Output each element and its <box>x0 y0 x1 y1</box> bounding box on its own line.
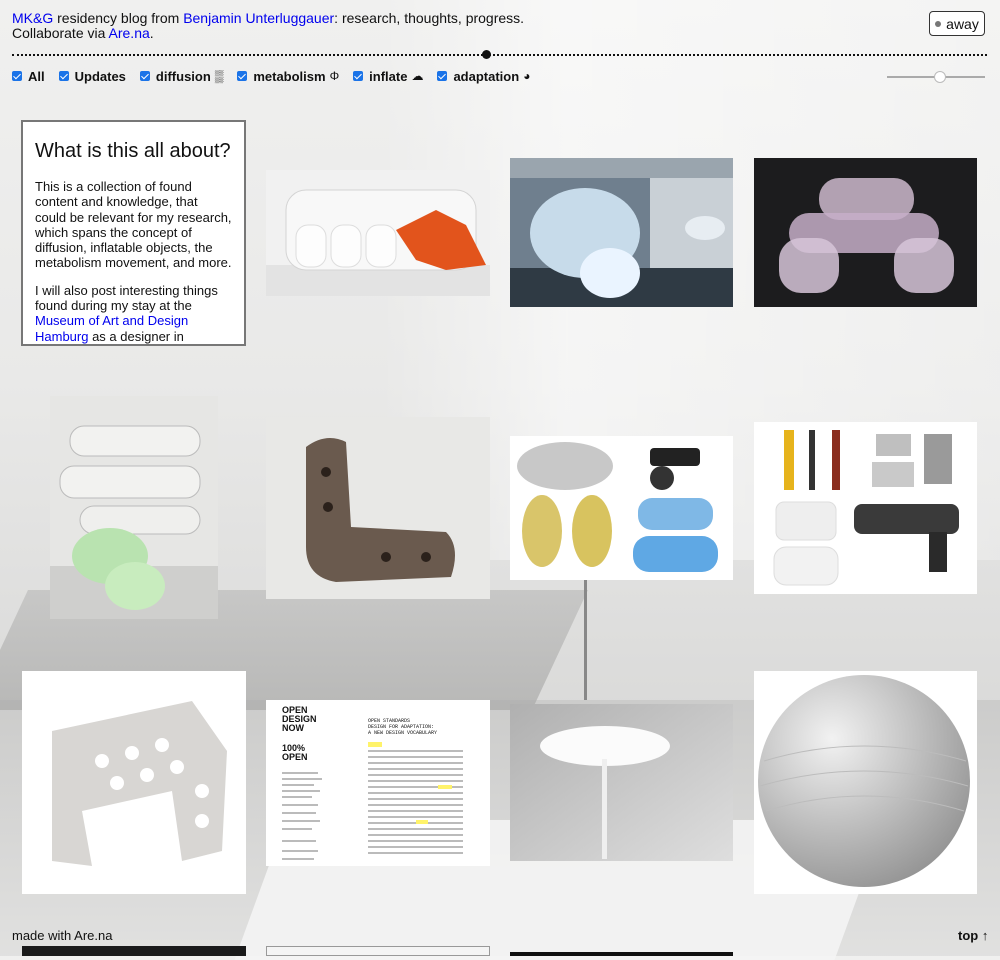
adaptation-icon: ◕ <box>523 69 531 83</box>
diffusion-icon: ▒ <box>214 69 224 83</box>
checkbox-icon[interactable] <box>237 71 248 81</box>
checkbox-icon[interactable] <box>58 71 69 81</box>
heat-tools-image <box>510 436 733 580</box>
about-card[interactable]: What is this all about? This is a collec… <box>21 120 246 346</box>
exercise-ball-image <box>754 671 977 894</box>
zoom-slider[interactable] <box>887 70 985 84</box>
brown-chair-image <box>266 417 490 599</box>
filter-inflate[interactable]: inflate ☁ <box>353 69 423 84</box>
image-tile-exercise-ball[interactable] <box>754 671 977 894</box>
image-tile-partial[interactable] <box>266 946 490 956</box>
tools-kit-image <box>754 422 977 594</box>
header-text: : research, thoughts, progress. <box>334 10 525 26</box>
about-paragraph: I will also post interesting things foun… <box>35 282 232 344</box>
header-text: Collaborate via <box>12 25 109 41</box>
away-button[interactable]: away <box>929 11 985 36</box>
metabolism-icon: Φ <box>329 69 340 83</box>
filter-label: inflate <box>369 68 408 84</box>
perforated-chair-image <box>22 671 246 894</box>
image-tile-white-lamp[interactable] <box>510 704 733 861</box>
made-with-label: made with Are.na <box>12 928 113 943</box>
filter-label: adaptation <box>453 68 520 84</box>
gallery-balloons-image <box>510 158 733 307</box>
filter-label: metabolism <box>253 68 326 84</box>
image-tile-inflatable-chair[interactable] <box>754 158 977 307</box>
top-link[interactable]: top ↑ <box>958 928 988 943</box>
filter-diffusion[interactable]: diffusion ▒ <box>139 68 224 84</box>
site-header: MK&G residency blog from Benjamin Unterl… <box>12 11 524 41</box>
arena-link[interactable]: Are.na <box>109 25 150 41</box>
image-tile-heat-tools[interactable] <box>510 436 733 580</box>
filter-all[interactable]: All <box>12 69 45 84</box>
timeline-handle[interactable] <box>482 50 491 59</box>
header-text: . <box>149 25 154 41</box>
document-text-lines <box>282 742 463 860</box>
slider-thumb[interactable] <box>934 71 946 83</box>
image-tile-document[interactable]: OPEN DESIGN NOW 100% OPEN OPEN STANDARDS… <box>266 700 490 866</box>
inflatable-sofa-image <box>266 170 490 296</box>
checkbox-icon[interactable] <box>12 71 22 81</box>
image-tile-perforated-chair[interactable] <box>22 671 246 894</box>
checkbox-icon[interactable] <box>139 71 150 81</box>
filter-bar: All Updates diffusion ▒ metabolism Φ infla… <box>12 67 544 85</box>
inflatable-chair-image <box>754 158 977 307</box>
image-tile-hanging-inflatables[interactable] <box>50 396 218 619</box>
image-tile-partial[interactable] <box>22 946 246 956</box>
image-tile-brown-chair[interactable] <box>266 417 490 599</box>
status-dot-icon <box>935 20 942 27</box>
checkbox-icon[interactable] <box>437 71 448 81</box>
about-paragraph: This is a collection of found content an… <box>35 179 232 271</box>
white-lamp-image <box>510 704 733 861</box>
filter-metabolism[interactable]: metabolism Φ <box>237 69 339 84</box>
about-text: I will also post interesting things foun… <box>35 282 218 314</box>
image-tile-tools-kit[interactable] <box>754 422 977 594</box>
image-tile-partial[interactable] <box>510 952 733 956</box>
hanging-inflatables-image <box>50 396 218 619</box>
author-link[interactable]: Benjamin Unterluggauer <box>183 10 334 26</box>
cloud-icon: ☁ <box>411 69 424 83</box>
image-tile-inflatable-sofa[interactable] <box>266 170 490 296</box>
filter-adaptation[interactable]: adaptation ◕ <box>437 69 530 84</box>
away-button-label: away <box>946 15 979 32</box>
filter-label: diffusion <box>155 68 211 84</box>
timeline-scrubber[interactable] <box>12 50 987 59</box>
filter-label: Updates <box>74 68 126 84</box>
filter-label: All <box>28 68 45 84</box>
about-title: What is this all about? <box>35 140 231 162</box>
checkbox-icon[interactable] <box>353 71 364 81</box>
header-text: residency blog from <box>53 10 184 26</box>
image-tile-gallery-balloons[interactable] <box>510 158 733 307</box>
brand-link[interactable]: MK&G <box>12 10 53 26</box>
filter-updates[interactable]: Updates <box>58 68 126 84</box>
